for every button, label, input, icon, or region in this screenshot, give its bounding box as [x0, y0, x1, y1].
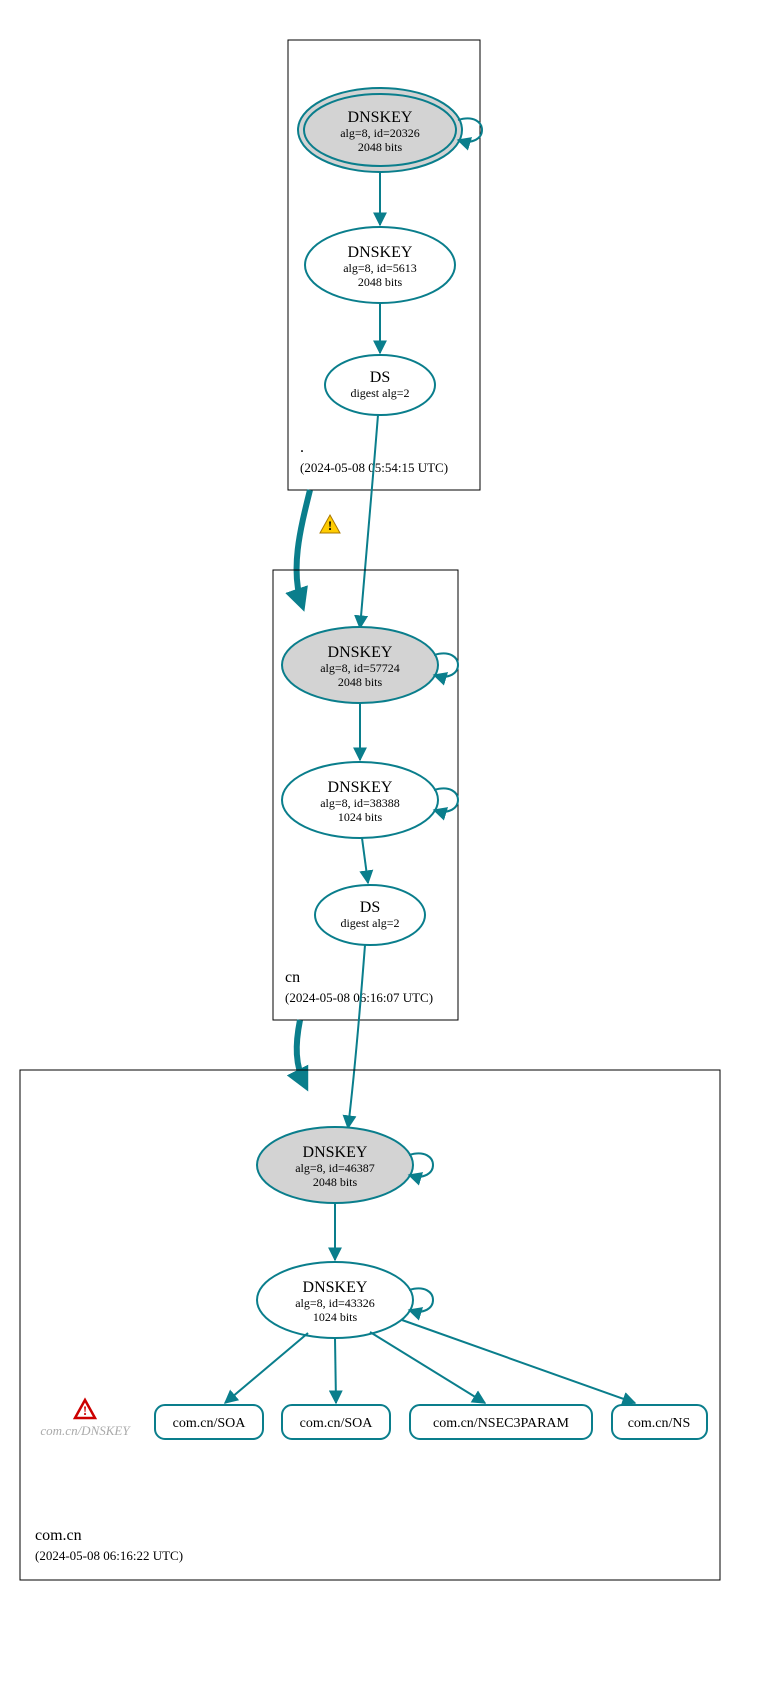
edge-zsk-soa2 [335, 1338, 336, 1403]
dnssec-diagram: . (2024-05-08 05:54:15 UTC) DNSKEY alg=8… [10, 10, 761, 1680]
edge-zsk-ns [402, 1320, 635, 1403]
svg-text:!: ! [83, 1403, 87, 1418]
zone-comcn: com.cn (2024-05-08 06:16:22 UTC) DNSKEY … [20, 1070, 720, 1580]
node-cn-ksk: DNSKEY alg=8, id=57724 2048 bits [282, 627, 438, 703]
error-icon: ! [75, 1400, 95, 1418]
svg-text:digest alg=2: digest alg=2 [340, 916, 399, 930]
svg-text:com.cn/SOA: com.cn/SOA [173, 1416, 247, 1431]
zone-root-label: . [300, 439, 304, 456]
zone-root: . (2024-05-08 05:54:15 UTC) DNSKEY alg=8… [288, 40, 482, 490]
svg-text:DS: DS [370, 369, 390, 386]
faded-dnskey-label: com.cn/DNSKEY [40, 1423, 131, 1438]
svg-text:DS: DS [360, 899, 380, 916]
svg-text:2048 bits: 2048 bits [358, 140, 403, 154]
svg-text:2048 bits: 2048 bits [313, 1175, 358, 1189]
node-root-ds: DS digest alg=2 [325, 355, 435, 415]
svg-text:1024 bits: 1024 bits [338, 810, 383, 824]
svg-text:alg=8, id=5613: alg=8, id=5613 [343, 261, 417, 275]
edge-delegation-root-cn [297, 490, 310, 605]
node-root-ksk: DNSKEY alg=8, id=20326 2048 bits [298, 88, 462, 172]
svg-text:digest alg=2: digest alg=2 [350, 386, 409, 400]
zone-comcn-timestamp: (2024-05-08 06:16:22 UTC) [35, 1548, 183, 1563]
svg-text:alg=8, id=43326: alg=8, id=43326 [295, 1296, 375, 1310]
edge-cn-zsk-ds [362, 838, 368, 883]
edge-zsk-soa1 [225, 1333, 308, 1403]
svg-text:alg=8, id=46387: alg=8, id=46387 [295, 1161, 375, 1175]
svg-text:!: ! [328, 518, 332, 533]
rr-nsec3param: com.cn/NSEC3PARAM [410, 1405, 592, 1439]
svg-text:DNSKEY: DNSKEY [328, 779, 393, 796]
svg-text:com.cn/NS: com.cn/NS [628, 1416, 691, 1431]
svg-text:DNSKEY: DNSKEY [348, 244, 413, 261]
svg-text:DNSKEY: DNSKEY [303, 1144, 368, 1161]
svg-text:DNSKEY: DNSKEY [303, 1279, 368, 1296]
zone-cn-label: cn [285, 969, 300, 986]
node-comcn-zsk: DNSKEY alg=8, id=43326 1024 bits [257, 1262, 413, 1338]
svg-text:alg=8, id=38388: alg=8, id=38388 [320, 796, 400, 810]
rr-ns: com.cn/NS [612, 1405, 707, 1439]
svg-text:2048 bits: 2048 bits [338, 675, 383, 689]
node-root-zsk: DNSKEY alg=8, id=5613 2048 bits [305, 227, 455, 303]
svg-text:2048 bits: 2048 bits [358, 275, 403, 289]
svg-text:DNSKEY: DNSKEY [328, 644, 393, 661]
svg-text:com.cn/NSEC3PARAM: com.cn/NSEC3PARAM [433, 1416, 570, 1431]
node-cn-zsk: DNSKEY alg=8, id=38388 1024 bits [282, 762, 438, 838]
svg-text:alg=8, id=20326: alg=8, id=20326 [340, 126, 420, 140]
edge-cn-ds-comcn-ksk [348, 945, 365, 1128]
rr-soa-2: com.cn/SOA [282, 1405, 390, 1439]
node-comcn-ksk: DNSKEY alg=8, id=46387 2048 bits [257, 1127, 413, 1203]
svg-text:1024 bits: 1024 bits [313, 1310, 358, 1324]
zone-comcn-label: com.cn [35, 1527, 82, 1544]
svg-text:DNSKEY: DNSKEY [348, 109, 413, 126]
rr-soa-1: com.cn/SOA [155, 1405, 263, 1439]
zone-cn: cn (2024-05-08 06:16:07 UTC) DNSKEY alg=… [273, 570, 458, 1020]
svg-text:alg=8, id=57724: alg=8, id=57724 [320, 661, 400, 675]
edge-delegation-cn-comcn [297, 1020, 305, 1085]
node-cn-ds: DS digest alg=2 [315, 885, 425, 945]
zone-cn-timestamp: (2024-05-08 06:16:07 UTC) [285, 990, 433, 1005]
svg-text:com.cn/SOA: com.cn/SOA [300, 1416, 374, 1431]
warning-icon: ! [320, 515, 340, 533]
edge-root-ds-cn-ksk [360, 415, 378, 628]
